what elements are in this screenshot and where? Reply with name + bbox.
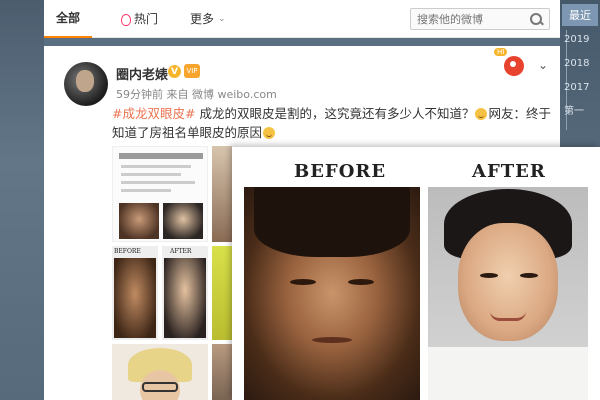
thumb-text-line: [121, 165, 191, 168]
thumb-text-line: [121, 181, 195, 184]
thumb-face-young: [119, 203, 159, 239]
search-box: [410, 8, 550, 30]
mascot-icon: HI: [494, 48, 526, 78]
post-text-part1: 成龙的双眼皮是割的，这究竟还有多少人不知道？: [199, 106, 475, 121]
feed-tab-bar: 全部 热门 更多 ⌄: [44, 0, 560, 38]
post-menu-chevron-icon[interactable]: ⌄: [538, 58, 548, 72]
thumbnail-after[interactable]: AFTER: [162, 246, 208, 340]
laugh-emoji-icon: [475, 108, 488, 120]
after-smile: [490, 311, 526, 321]
tab-hot-label: 热门: [134, 12, 159, 26]
year-latest-button[interactable]: 最近: [562, 4, 598, 26]
before-eye-right: [348, 279, 374, 285]
thumb-before-photo: [114, 258, 156, 338]
laugh-emoji-icon: [263, 127, 276, 139]
thumbnail-yellow[interactable]: [212, 246, 232, 340]
verified-badge-icon: V: [168, 65, 181, 78]
tab-more-label: 更多: [190, 12, 215, 26]
tab-hot[interactable]: 热门: [108, 0, 170, 38]
user-name[interactable]: 圈内老婊: [116, 64, 168, 83]
tab-more[interactable]: 更多 ⌄: [178, 0, 238, 38]
before-eye-left: [290, 279, 316, 285]
thumbnail-child-photo[interactable]: [112, 344, 208, 400]
before-after-comparison-image[interactable]: BEFORE AFTER: [232, 147, 600, 400]
thumb-header-bar: [119, 153, 203, 159]
chevron-down-icon: ⌄: [218, 13, 226, 24]
thumb-text-line: [121, 189, 171, 192]
after-eye-right: [520, 273, 538, 278]
vip-badge-icon: VIP: [184, 64, 200, 78]
after-eye-left: [480, 273, 498, 278]
before-mouth: [312, 337, 352, 343]
after-photo: [428, 187, 588, 400]
thumb-after-label: AFTER: [170, 248, 192, 255]
avatar[interactable]: [64, 62, 108, 106]
thumb-text-line: [121, 173, 181, 176]
hashtag-link[interactable]: #成龙双眼皮#: [112, 106, 195, 121]
year-item-first[interactable]: 第一: [564, 102, 584, 117]
mascot-hi-label: HI: [494, 48, 508, 56]
post-text: #成龙双眼皮# 成龙的双眼皮是割的，这究竟还有多少人不知道？ 网友：终于知道了房祖…: [112, 104, 552, 142]
thumb-face-old: [163, 203, 203, 239]
search-icon[interactable]: [529, 12, 543, 26]
year-item-2019[interactable]: 2019: [564, 34, 589, 45]
thumb-before-label: BEFORE: [114, 248, 141, 255]
thumbnail-photo[interactable]: [212, 146, 232, 242]
after-shirt: [428, 347, 588, 400]
fire-icon: [120, 13, 132, 26]
mascot-eye: [510, 61, 516, 67]
thumb-glasses: [142, 382, 178, 392]
before-photo: [244, 187, 420, 400]
thumbnail-article-screenshot[interactable]: [112, 146, 208, 242]
thumbnail-photo-extra[interactable]: [212, 344, 232, 400]
tab-all[interactable]: 全部: [44, 0, 93, 38]
post-meta: 59分钟前 来自 微博 weibo.com: [116, 88, 277, 101]
year-item-2017[interactable]: 2017: [564, 82, 589, 93]
tab-all-label: 全部: [56, 11, 81, 25]
year-item-2018[interactable]: 2018: [564, 58, 589, 69]
thumbnail-before[interactable]: BEFORE: [112, 246, 158, 340]
before-hair: [254, 187, 410, 257]
after-label: AFTER: [472, 161, 546, 182]
background-left: [0, 0, 44, 400]
after-face: [458, 223, 558, 341]
thumb-after-photo: [164, 258, 206, 338]
search-input[interactable]: [417, 12, 527, 26]
before-label: BEFORE: [294, 161, 387, 182]
